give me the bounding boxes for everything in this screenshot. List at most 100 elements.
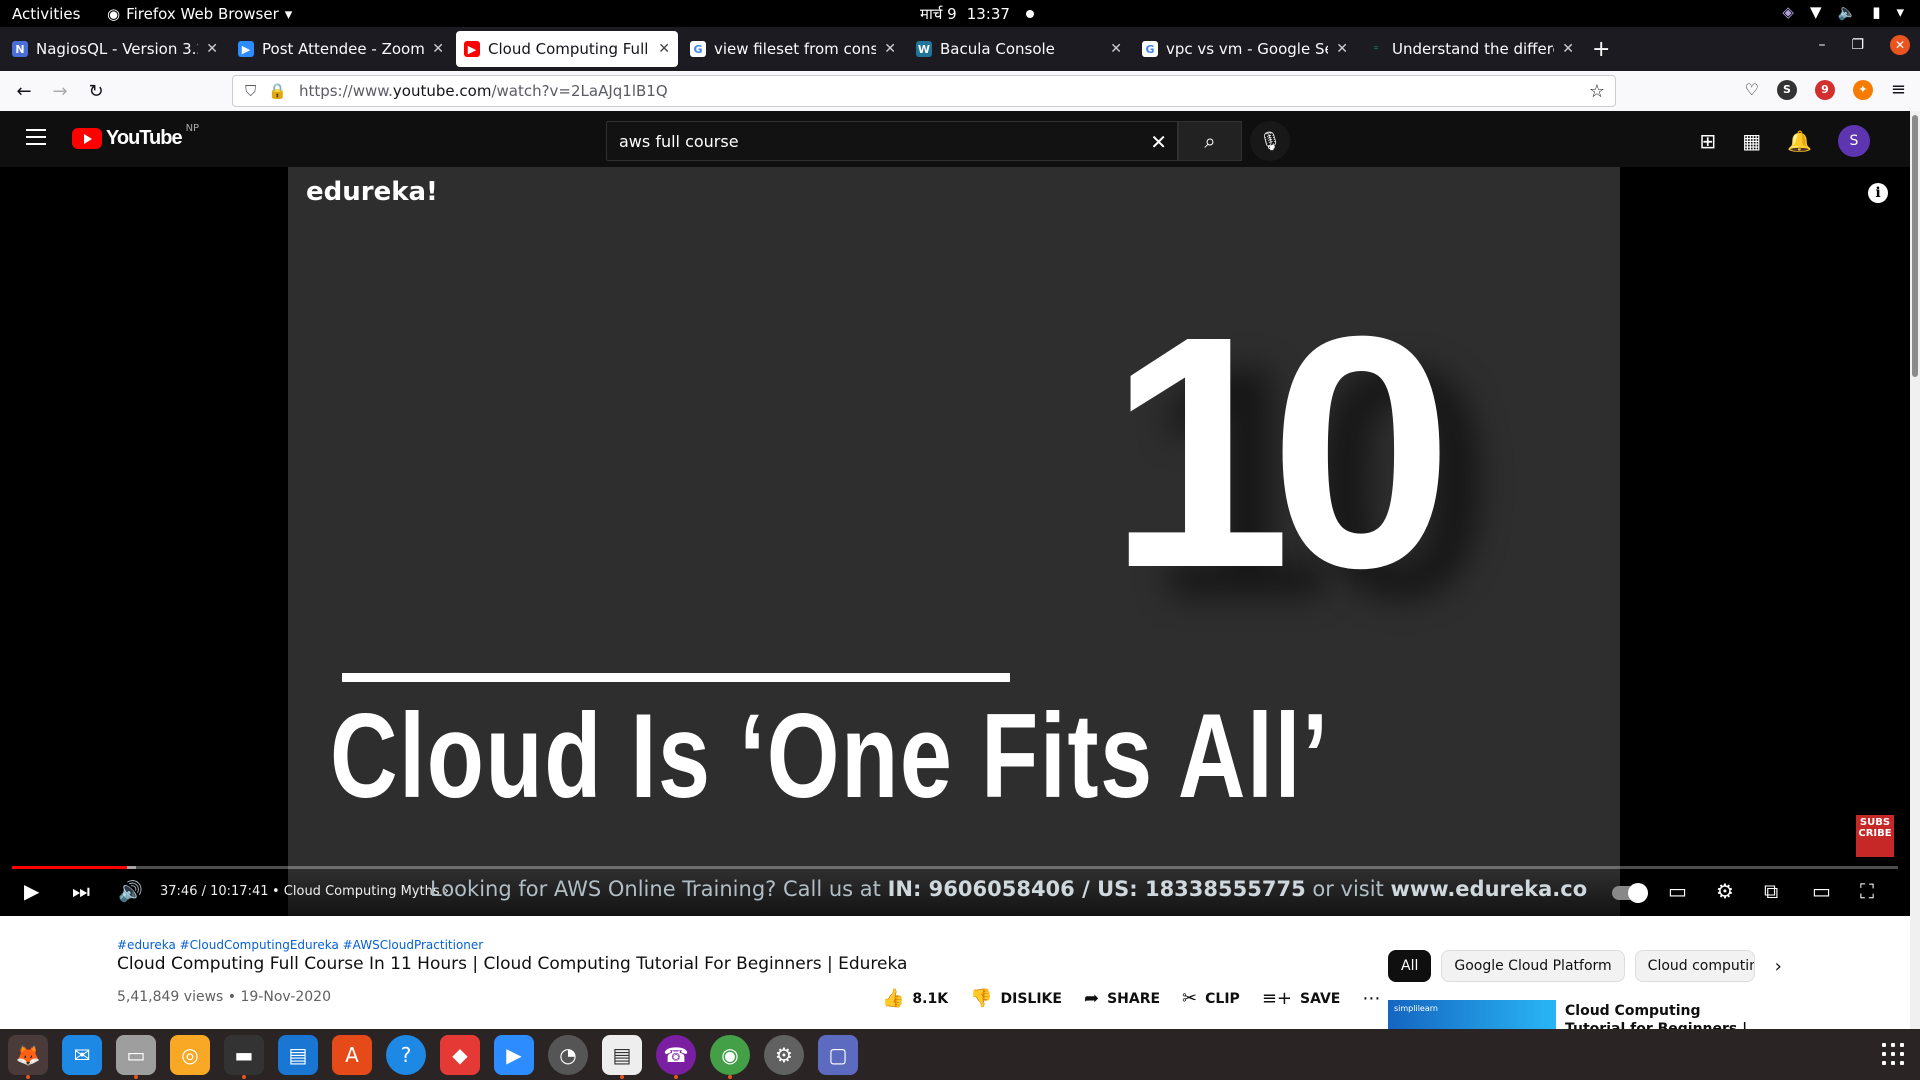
lock-icon[interactable]: 🔒: [268, 82, 287, 100]
chip-all[interactable]: All: [1388, 950, 1432, 982]
restore-button[interactable]: ❐: [1851, 37, 1864, 53]
share-button[interactable]: ➦ SHARE: [1084, 988, 1160, 1009]
close-icon[interactable]: ✕: [658, 41, 670, 57]
minimize-button[interactable]: –: [1818, 37, 1825, 53]
avatar[interactable]: S: [1838, 125, 1870, 157]
close-icon[interactable]: ✕: [884, 41, 896, 57]
volume-icon[interactable]: 🔈: [1838, 3, 1857, 21]
info-icon[interactable]: i: [1868, 183, 1888, 203]
firefox-icon[interactable]: 🦊: [8, 1034, 48, 1079]
progress-bar[interactable]: [12, 866, 1898, 869]
screenshot-icon[interactable]: ▢: [818, 1034, 858, 1075]
clock-icon[interactable]: ◔: [548, 1034, 588, 1075]
chip-google-cloud[interactable]: Google Cloud Platform: [1441, 950, 1625, 982]
tray-app-icon[interactable]: ◈: [1782, 3, 1794, 21]
chevron-down-icon[interactable]: ▾: [1896, 3, 1904, 21]
viber-icon[interactable]: ☎: [656, 1034, 696, 1079]
chevron-right-icon[interactable]: ›: [1775, 956, 1782, 977]
zoom-icon[interactable]: ▶: [494, 1034, 534, 1075]
clear-search-icon[interactable]: ✕: [1150, 130, 1167, 154]
save-button[interactable]: ≡+ SAVE: [1262, 988, 1341, 1009]
page-scrollbar[interactable]: [1910, 111, 1920, 1029]
close-icon[interactable]: ✕: [1336, 41, 1348, 57]
tab-nagiosql[interactable]: N NagiosQL - Version 3.2.0 ✕: [4, 31, 226, 67]
settings-gear-icon[interactable]: ⚙: [1716, 879, 1734, 903]
battery-icon[interactable]: ▮: [1872, 3, 1880, 21]
guide-menu-icon[interactable]: [26, 129, 46, 150]
subtitles-icon[interactable]: ▭: [1668, 879, 1687, 903]
search-button[interactable]: ⌕: [1178, 121, 1242, 161]
fullscreen-icon[interactable]: ⛶: [1860, 879, 1874, 903]
software-center-icon[interactable]: A: [332, 1034, 372, 1075]
miniplayer-icon[interactable]: ⧉: [1764, 879, 1778, 903]
menu-hamburger-icon[interactable]: ≡: [1891, 79, 1906, 100]
microphone-icon: 🎙: [1258, 130, 1282, 152]
pocket-icon[interactable]: ♡: [1745, 80, 1759, 99]
more-actions-button[interactable]: ⋯: [1362, 988, 1380, 1009]
play-icon[interactable]: ▶: [24, 879, 39, 903]
tab-bacula[interactable]: W Bacula Console ✕: [908, 31, 1130, 67]
document-viewer-icon[interactable]: ▤: [602, 1034, 642, 1079]
apps-grid-icon[interactable]: ▦: [1742, 129, 1761, 153]
video-frame[interactable]: edureka! 10 Cloud Is ‘One Fits All’: [288, 167, 1620, 916]
system-tray[interactable]: ◈ ▼ 🔈 ▮ ▾: [1782, 3, 1904, 21]
system-clock[interactable]: मार्च 9 13:37: [920, 4, 1034, 24]
extension-orange-icon[interactable]: ✦: [1852, 79, 1873, 100]
bookmark-star-icon[interactable]: ☆: [1589, 81, 1605, 102]
new-tab-button[interactable]: +: [1592, 37, 1610, 62]
theater-mode-icon[interactable]: ▭: [1812, 879, 1831, 903]
back-button[interactable]: ←: [6, 81, 42, 102]
adblock-icon[interactable]: 9: [1814, 79, 1835, 100]
autoplay-toggle[interactable]: [1612, 883, 1648, 903]
wifi-icon[interactable]: ▼: [1810, 3, 1822, 21]
site-icon: ⁼: [1373, 42, 1379, 56]
tab-understand[interactable]: ⁼ Understand the differenc ✕: [1360, 31, 1582, 67]
close-icon[interactable]: ✕: [206, 41, 218, 57]
settings-gear-icon[interactable]: ⚙: [764, 1034, 804, 1075]
libreoffice-writer-icon[interactable]: ▤: [278, 1034, 318, 1075]
recommendation-thumbnail[interactable]: simplilearn: [1388, 1000, 1556, 1030]
chapter-title[interactable]: • Cloud Computing Myths ›: [272, 884, 449, 899]
rhythmbox-icon[interactable]: ◎: [170, 1034, 210, 1075]
chrome-icon[interactable]: ◉: [710, 1034, 750, 1079]
tab-youtube-active[interactable]: ▶ Cloud Computing Full Co ✕: [456, 31, 678, 67]
subscribe-watermark[interactable]: SUBS CRIBE: [1856, 815, 1894, 857]
terminal-icon[interactable]: ▬: [224, 1034, 264, 1079]
account-extension-icon[interactable]: S: [1776, 79, 1797, 100]
like-button[interactable]: 👍 8.1K: [882, 988, 948, 1009]
notifications-bell-icon[interactable]: 🔔: [1787, 129, 1812, 153]
volume-icon[interactable]: 🔊: [118, 879, 143, 903]
video-hashtags[interactable]: #edureka #CloudComputingEdureka #AWSClou…: [117, 938, 483, 952]
create-video-icon[interactable]: ⊞: [1699, 129, 1716, 153]
reload-button[interactable]: ↻: [78, 81, 114, 102]
anydesk-icon[interactable]: ◆: [440, 1034, 480, 1075]
youtube-logo[interactable]: YouTube NP: [72, 123, 199, 150]
activities-button[interactable]: Activities: [0, 5, 95, 23]
close-icon[interactable]: ✕: [432, 41, 444, 57]
nagios-icon: N: [12, 41, 28, 57]
video-player[interactable]: edureka! 10 Cloud Is ‘One Fits All’ i SU…: [0, 167, 1910, 916]
next-video-icon[interactable]: ⏭: [72, 879, 90, 903]
scrollbar-thumb[interactable]: [1912, 115, 1918, 377]
tab-google-fileset[interactable]: G view fileset from console ✕: [682, 31, 904, 67]
show-applications-icon[interactable]: [1882, 1043, 1904, 1065]
tab-title: Understand the differenc: [1392, 40, 1554, 58]
related-chips: All Google Cloud Platform Cloud computin…: [1388, 950, 1782, 982]
chip-cloud-computing[interactable]: Cloud computing: [1634, 950, 1755, 982]
close-icon[interactable]: ✕: [1562, 41, 1574, 57]
tab-zoom[interactable]: ▶ Post Attendee - Zoom ✕: [230, 31, 452, 67]
dislike-button[interactable]: 👎 DISLIKE: [970, 988, 1062, 1009]
url-bar[interactable]: ⛉ 🔒 https://www.youtube.com/watch?v=2LaA…: [232, 75, 1616, 107]
app-menu[interactable]: ◉ Firefox Web Browser ▾: [107, 5, 292, 23]
tab-google-vpc[interactable]: G vpc vs vm - Google Search ✕: [1134, 31, 1356, 67]
window-close-button[interactable]: ✕: [1890, 35, 1910, 55]
voice-search-button[interactable]: 🎙: [1250, 121, 1290, 161]
forward-button[interactable]: →: [42, 81, 78, 102]
search-input[interactable]: aws full course ✕: [606, 121, 1178, 161]
thunderbird-icon[interactable]: ✉: [62, 1034, 102, 1075]
tracking-shield-icon[interactable]: ⛉: [245, 82, 256, 100]
clip-button[interactable]: ✂ CLIP: [1182, 988, 1240, 1009]
help-icon[interactable]: ?: [386, 1034, 426, 1075]
close-icon[interactable]: ✕: [1110, 41, 1122, 57]
files-icon[interactable]: ▭: [116, 1034, 156, 1079]
